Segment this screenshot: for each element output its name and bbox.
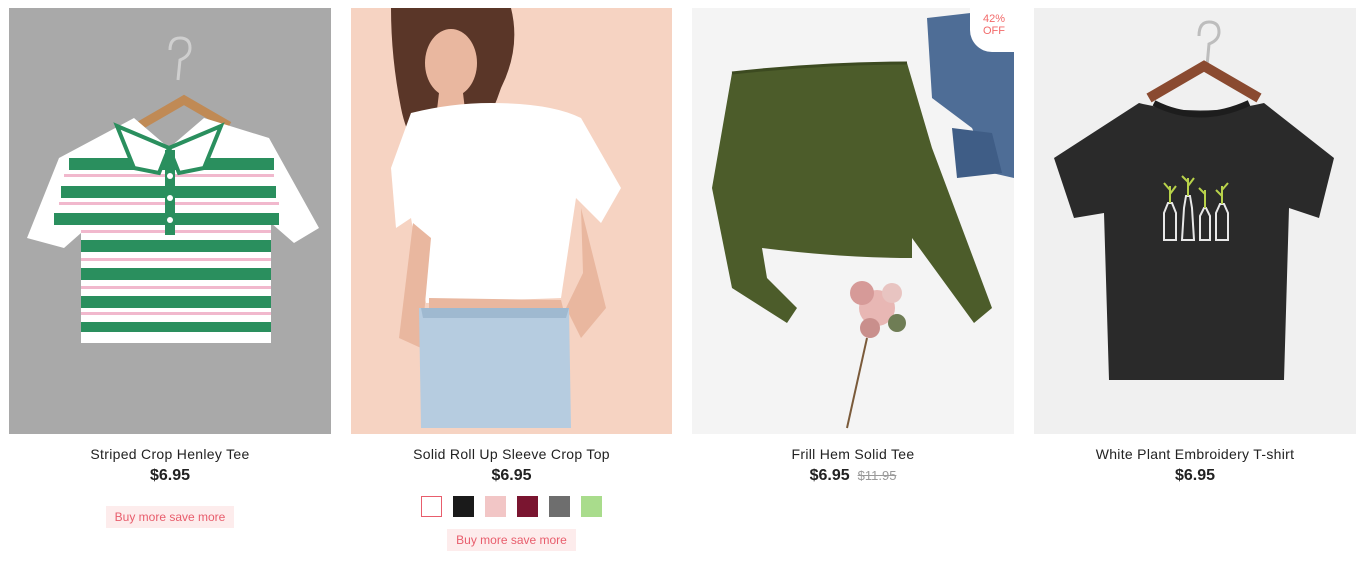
product-name[interactable]: Solid Roll Up Sleeve Crop Top — [351, 446, 672, 462]
product-price-row: $6.95 — [1034, 467, 1356, 485]
black-plant-tee-image — [1034, 8, 1356, 434]
product-price: $6.95 — [149, 467, 191, 484]
color-swatch[interactable] — [549, 496, 570, 517]
product-name[interactable]: Striped Crop Henley Tee — [9, 446, 331, 462]
buy-more-save-more-badge[interactable]: Buy more save more — [105, 506, 235, 528]
original-price: $11.95 — [857, 468, 897, 483]
discount-percent: 42% — [982, 13, 1006, 25]
color-swatch[interactable] — [421, 496, 442, 517]
color-swatch[interactable] — [485, 496, 506, 517]
discount-badge: 42% OFF — [970, 8, 1014, 52]
discount-off-label: OFF — [983, 25, 1005, 37]
product-price: $6.95 — [809, 467, 850, 484]
product-card[interactable]: Solid Roll Up Sleeve Crop Top $6.95 Buy … — [351, 8, 672, 551]
color-swatch[interactable] — [517, 496, 538, 517]
product-price: $6.95 — [491, 467, 532, 484]
product-image[interactable]: 42% OFF — [692, 8, 1014, 434]
white-crop-top-model-image — [351, 8, 672, 434]
product-price-row: $6.95 $11.95 — [692, 467, 1014, 485]
product-image[interactable] — [351, 8, 672, 434]
product-image[interactable] — [9, 8, 331, 434]
product-card[interactable]: White Plant Embroidery T-shirt $6.95 — [1034, 8, 1356, 485]
buy-more-save-more-badge[interactable]: Buy more save more — [447, 529, 576, 551]
striped-tee-image — [9, 8, 331, 434]
product-card[interactable]: 42% OFF Frill Hem Solid Tee $6.95 $11.95 — [692, 8, 1014, 485]
product-price-row: $6.95 — [9, 467, 331, 485]
product-price-row: $6.95 — [351, 467, 672, 485]
color-swatch[interactable] — [453, 496, 474, 517]
color-swatches — [351, 496, 672, 517]
product-image[interactable] — [1034, 8, 1356, 434]
color-swatch-fill — [424, 499, 439, 514]
product-price: $6.95 — [1174, 467, 1216, 484]
product-grid: Striped Crop Henley Tee $6.95 Buy more s… — [0, 0, 1367, 565]
product-card[interactable]: Striped Crop Henley Tee $6.95 Buy more s… — [9, 8, 331, 528]
product-name[interactable]: Frill Hem Solid Tee — [692, 446, 1014, 462]
olive-frill-tee-image — [692, 8, 1014, 434]
color-swatch[interactable] — [581, 496, 602, 517]
product-name[interactable]: White Plant Embroidery T-shirt — [1034, 446, 1356, 462]
